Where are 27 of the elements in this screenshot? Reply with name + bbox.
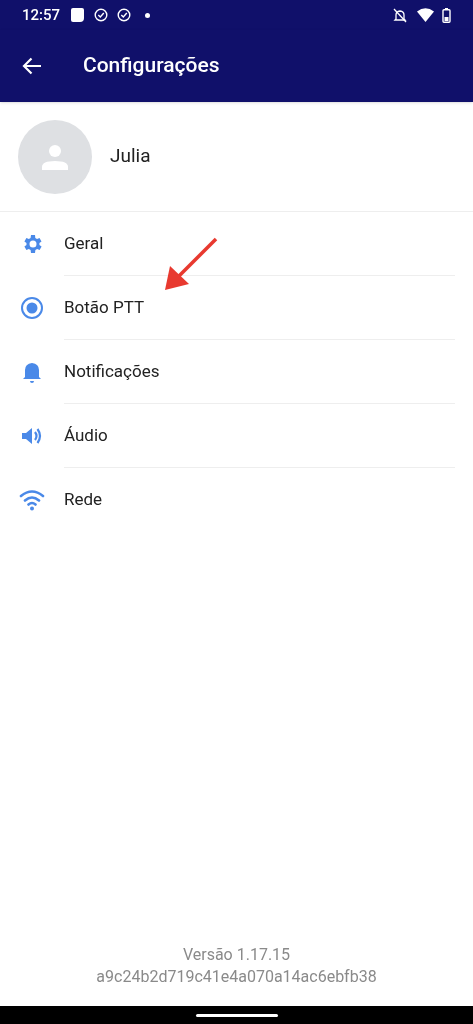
menu-label: Geral — [64, 231, 104, 255]
message-icon — [69, 7, 86, 23]
bell-icon — [21, 360, 43, 384]
annotation-arrow — [162, 236, 219, 293]
menu-label: Áudio — [64, 423, 108, 447]
build-hash: a9c24b2d719c41e4a070a14ac6ebfb38 — [96, 966, 377, 988]
bell-off-icon — [393, 7, 407, 23]
status-time: 12:57 — [22, 4, 61, 26]
menu-label: Botão PTT — [64, 295, 145, 319]
battery-icon — [442, 7, 451, 23]
menu-item[interactable]: Rede — [0, 468, 473, 532]
wifi-icon — [19, 489, 45, 511]
dot-icon — [145, 12, 151, 18]
wifi-icon — [417, 8, 434, 22]
check-circle-icon — [94, 8, 109, 22]
menu-label: Notificações — [64, 359, 160, 383]
version-text: Versão 1.17.15 — [182, 944, 291, 966]
home-indicator[interactable] — [195, 1013, 278, 1017]
menu-item[interactable]: Notificações — [0, 340, 473, 404]
screen-title: Configurações — [83, 52, 220, 80]
back-arrow-icon — [22, 57, 42, 75]
profile-name: Julia — [110, 143, 151, 170]
menu-item[interactable]: Áudio — [0, 404, 473, 468]
radio-icon — [20, 296, 44, 320]
menu-label: Rede — [64, 488, 103, 512]
person-icon — [42, 143, 68, 170]
check-circle-icon — [117, 8, 132, 22]
